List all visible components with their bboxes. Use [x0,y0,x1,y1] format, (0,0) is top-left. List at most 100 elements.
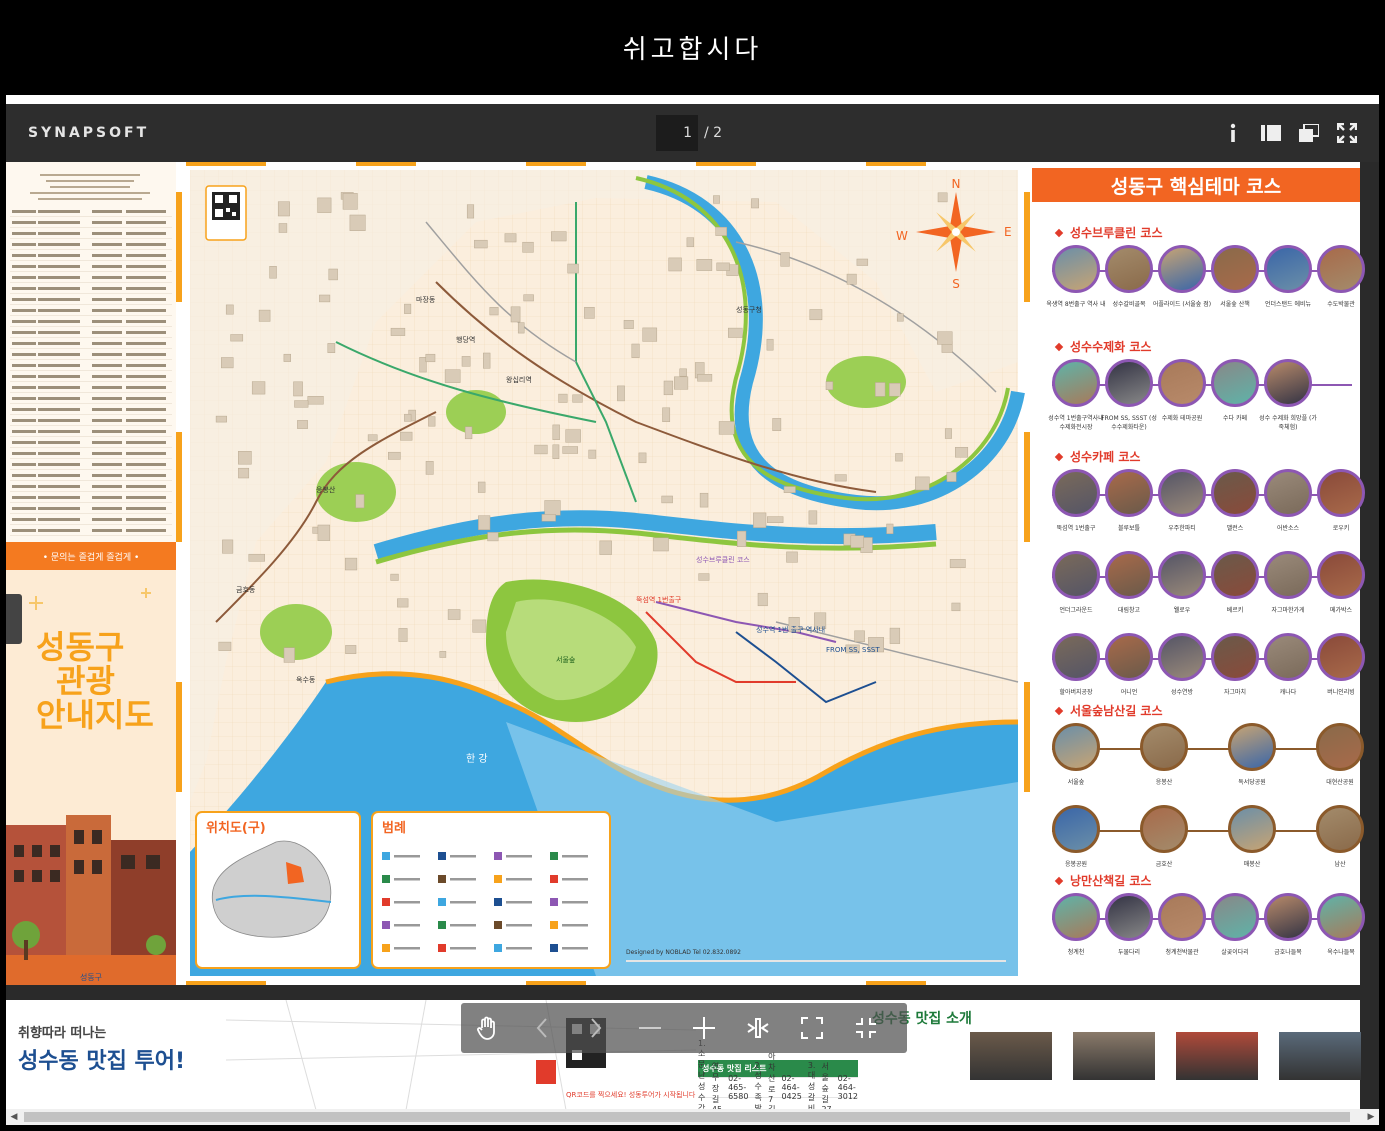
course-spot-photo[interactable] [1211,359,1259,407]
course-spot-photo[interactable] [1052,551,1100,599]
restaurant-tel: 02-464-0425 [781,1073,802,1101]
course-spot-photo[interactable] [1105,551,1153,599]
course-spot-photo[interactable] [1052,805,1100,853]
course-spot-photo[interactable] [1105,359,1153,407]
horizontal-scrollbar[interactable]: ◀ ▶ [6,1109,1379,1125]
map-label-p12: 행당역 [456,335,475,344]
restaurant-photo [1073,1032,1155,1080]
course-spot-photo[interactable] [1105,893,1153,941]
course-section: 성수카페 코스 뚝섬역 1번출구 블루보틀 우주한파티 밸런스 어반소스 로우키 언더그라운드… [1032,448,1365,715]
scrollbar-thumb[interactable] [24,1112,1350,1122]
next-page-icon[interactable] [569,1003,623,1053]
course-spot-caption: 옥수나들목 [1327,949,1355,956]
course-spot-photo[interactable] [1158,359,1206,407]
course-spot-caption: 금호나들목 [1274,949,1302,956]
compass-south: S [952,277,960,291]
fit-page-icon[interactable] [785,1003,839,1053]
page: 쉬고합시다 SYNAPSOFT / 2 [0,0,1385,1131]
sparkle-graphic [29,588,151,610]
course-spot-caption: 수제화 테마공원 [1161,415,1203,422]
fullscreen-icon[interactable] [1337,118,1357,148]
course-spot-photo[interactable] [1052,359,1100,407]
restaurant-photo [1176,1032,1258,1080]
course-spot-photo[interactable] [1211,245,1259,293]
course-spot-photo[interactable] [1264,245,1312,293]
sidebar-handle[interactable] [6,594,22,644]
previous-page-icon[interactable] [515,1003,569,1053]
course-spot-caption: 자그마치 [1223,689,1247,696]
restaurant-addr: 서울숲길27 [821,1061,831,1114]
qr-code-graphic [205,185,247,241]
map-label-p9: 성동구청 [736,305,762,314]
tour-map[interactable]: 뚝섬역 1번출구 서울숲 응봉산 왕십리역 마장동 성수역 1번 출구 역사내 … [176,162,1032,985]
course-spot-photo[interactable] [1052,469,1100,517]
course-spot-caption: 할아버지공장 [1059,689,1093,696]
zoom-in-icon[interactable] [677,1003,731,1053]
course-spot-caption: 자그마한가게 [1271,607,1305,614]
course-spot-photo[interactable] [1158,245,1206,293]
course-spot-photo[interactable] [1105,633,1153,681]
course-spot-photo[interactable] [1158,469,1206,517]
course-spot-photo[interactable] [1052,893,1100,941]
course-spot-photo[interactable] [1158,633,1206,681]
course-spot-caption: 밸런스 [1226,525,1244,532]
course-spot-photo[interactable] [1211,893,1259,941]
course-spot-photo[interactable] [1264,469,1312,517]
course-spot-photo[interactable] [1140,723,1188,771]
course-spot-photo[interactable] [1158,893,1206,941]
course-spot-photo[interactable] [1316,805,1364,853]
course-spot-caption: 언더그라운드 [1059,607,1093,614]
course-spot-photo[interactable] [1158,551,1206,599]
scroll-right-icon[interactable]: ▶ [1363,1109,1379,1125]
restaurant-row: 2. 성수족발아차산로7길702-464-0425 [754,1052,802,1124]
course-spot-photo[interactable] [1317,469,1365,517]
course-spot-photo[interactable] [1264,359,1312,407]
hand-tool-icon[interactable] [461,1003,515,1053]
course-spot-photo[interactable] [1316,723,1364,771]
course-spot-photo[interactable] [1105,245,1153,293]
map-credit: Designed by NOBLAD Tel 02.832.0892 [626,949,741,956]
map-label-p11: 옥수동 [296,676,316,684]
course-name: 성수수제화 코스 [1070,340,1152,354]
fit-width-icon[interactable] [731,1003,785,1053]
actual-size-icon[interactable] [839,1003,893,1053]
dual-page-icon[interactable] [1299,118,1319,148]
course-spot-photo[interactable] [1264,551,1312,599]
course-spot-photo[interactable] [1211,469,1259,517]
course-section: 성수브루클린 코스 옥생역 8번출구 역사 내 성수갈비골목 어플라이드 (서울숲 점… [1032,224,1365,327]
course-spot-photo[interactable] [1317,893,1365,941]
course-spot-photo[interactable] [1052,245,1100,293]
page-2-title-main: 성수동 맛집 투어! [18,1049,186,1074]
course-spot-photo[interactable] [1052,723,1100,771]
course-name: 낭만산책길 코스 [1070,874,1152,888]
course-spot-photo[interactable] [1140,805,1188,853]
map-label-p6: 마장동 [416,295,436,304]
locator-title: 위치도(구) [206,820,266,836]
course-spot-photo[interactable] [1228,723,1276,771]
course-spot-photo[interactable] [1052,633,1100,681]
course-spot-photo[interactable] [1264,893,1312,941]
course-spot-photo[interactable] [1211,633,1259,681]
compass-east: E [1004,225,1012,239]
course-spot-photo[interactable] [1317,633,1365,681]
course-spot-caption: 매봉산 [1243,861,1261,868]
course-spot-photo[interactable] [1228,805,1276,853]
course-spot-photo[interactable] [1317,551,1365,599]
document-canvas[interactable]: • 문의는 즐겁게 즐겁게 • 성동구 관광 안내지도 성동구 뚝섬역 1번출구… [6,162,1379,1125]
course-spot-caption: 두물다리 [1117,949,1141,956]
course-spot-photo[interactable] [1264,633,1312,681]
zoom-out-icon[interactable] [623,1003,677,1053]
course-spot-caption: 성수역 1번출구역사내 수제화전시장 [1048,415,1104,431]
info-icon[interactable] [1223,118,1243,148]
cover-title-line-1: 성동구 [36,628,125,666]
course-spot-caption: 성수 수제화 희망플 (가죽체험) [1259,415,1317,431]
course-spot-photo[interactable] [1105,469,1153,517]
page-number-input[interactable] [656,115,698,151]
course-spot-photo[interactable] [1317,245,1365,293]
course-spot-caption: 독서당공원 [1238,779,1266,786]
single-page-icon[interactable] [1261,118,1281,148]
restaurant-no: 3. 대성갈비 [807,1060,816,1113]
course-spot-photo[interactable] [1211,551,1259,599]
scroll-left-icon[interactable]: ◀ [6,1109,22,1125]
course-spot-caption: 웰로우 [1173,607,1191,614]
